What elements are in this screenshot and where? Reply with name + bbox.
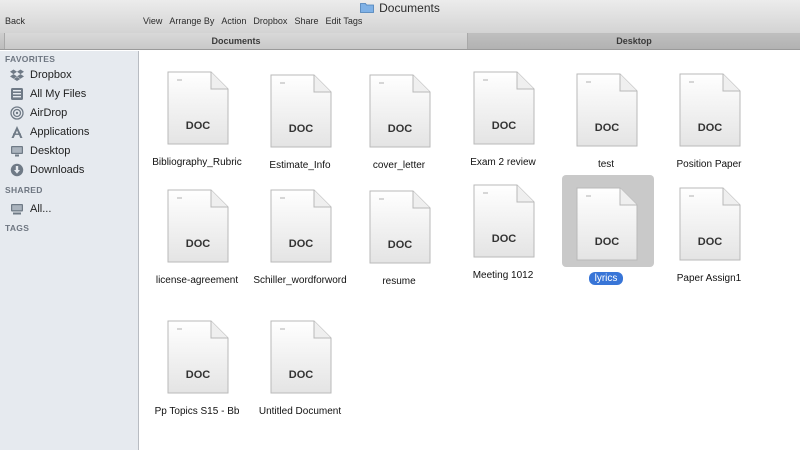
- title-bar: Documents Back View Arrange By Action Dr…: [0, 0, 800, 33]
- sidebar-item-downloads[interactable]: Downloads: [10, 162, 135, 178]
- doc-badge: DOC: [185, 238, 211, 250]
- doc-badge: DOC: [288, 123, 314, 135]
- doc-file-icon: [679, 73, 741, 147]
- doc-badge: DOC: [697, 236, 723, 248]
- doc-badge: DOC: [185, 369, 211, 381]
- doc-file-icon: [167, 189, 229, 263]
- network-icon: [11, 204, 23, 215]
- file-name-text: Paper Assign1: [676, 273, 742, 284]
- doc-badge: DOC: [387, 123, 413, 135]
- doc-badge: DOC: [594, 122, 620, 134]
- dropbox-icon: [10, 69, 24, 81]
- sidebar-item-desktop[interactable]: Desktop: [10, 143, 135, 159]
- doc-badge: DOC: [387, 239, 413, 251]
- file-name-text: resume: [382, 276, 416, 287]
- toolbar-edit-tags-button[interactable]: Edit Tags: [325, 16, 362, 26]
- file-name-text: license-agreement: [155, 275, 239, 286]
- file-name: Untitled Document: [230, 406, 370, 417]
- file-name-text: Exam 2 review: [470, 157, 536, 168]
- doc-file-icon: [167, 320, 229, 394]
- doc-badge: DOC: [185, 120, 211, 132]
- sidebar-item-label: Dropbox: [30, 69, 72, 81]
- doc-badge: DOC: [288, 369, 314, 381]
- toolbar-action-button[interactable]: Action: [221, 16, 246, 26]
- file-name-text: Estimate_Info: [269, 160, 331, 171]
- folder-icon: [360, 3, 375, 13]
- window-title-text: Documents: [379, 0, 440, 15]
- tags-header: TAGS: [5, 223, 30, 233]
- file-name-text: Meeting 1012: [472, 270, 534, 281]
- doc-file-icon: [679, 187, 741, 261]
- file-item[interactable]: DOC Position Paper: [654, 61, 764, 181]
- doc-badge: DOC: [288, 238, 314, 250]
- sidebar-item-airdrop[interactable]: AirDrop: [10, 105, 135, 121]
- favorites-header: FAVORITES: [5, 54, 56, 64]
- doc-file-icon: [369, 74, 431, 148]
- doc-file-icon: [270, 320, 332, 394]
- file-name-text: Bibliography_Rubric: [152, 157, 242, 168]
- sidebar-item-label: Applications: [30, 126, 90, 138]
- window-title: Documents: [0, 0, 800, 15]
- file-grid: DOC Bibliography_Rubric DOC Estimate_Inf…: [140, 51, 800, 450]
- doc-file-icon: [270, 189, 332, 263]
- file-name-text: cover_letter: [372, 160, 426, 171]
- doc-badge: DOC: [491, 120, 517, 132]
- doc-file-icon: [473, 184, 535, 258]
- doc-file-icon: [576, 187, 638, 261]
- back-button[interactable]: Back: [5, 16, 25, 26]
- sidebar-item-label: AirDrop: [30, 107, 68, 119]
- sidebar: FAVORITES Dropbox All My Files AirDrop A…: [0, 51, 139, 450]
- sidebar-item-label: All My Files: [30, 88, 87, 100]
- toolbar-share-button[interactable]: Share: [294, 16, 318, 26]
- file-name: Position Paper: [639, 159, 779, 170]
- tab-bar: Documents Desktop: [0, 33, 800, 50]
- sidebar-item-label: Downloads: [30, 164, 85, 176]
- file-name-text: test: [597, 159, 615, 170]
- sidebar-item-label: Desktop: [30, 145, 71, 157]
- tab-documents[interactable]: Documents: [4, 33, 468, 49]
- toolbar-menu: View Arrange By Action Dropbox Share Edi…: [143, 16, 369, 26]
- sidebar-item-all-shared[interactable]: All...: [10, 201, 135, 217]
- sidebar-item-applications[interactable]: Applications: [10, 124, 135, 140]
- file-name: Paper Assign1: [639, 273, 779, 284]
- shared-header: SHARED: [5, 185, 43, 195]
- doc-badge: DOC: [491, 233, 517, 245]
- file-name-text: Position Paper: [676, 159, 742, 170]
- file-item[interactable]: DOC Paper Assign1: [654, 175, 764, 295]
- downloads-icon: [10, 163, 24, 177]
- doc-file-icon: [270, 74, 332, 148]
- file-name-text: lyrics: [588, 272, 624, 285]
- doc-file-icon: [473, 71, 535, 145]
- doc-badge: DOC: [594, 236, 620, 248]
- doc-file-icon: [576, 73, 638, 147]
- sidebar-item-label: All...: [30, 203, 52, 215]
- all-files-icon: [11, 88, 23, 100]
- file-name-text: Untitled Document: [258, 406, 342, 417]
- doc-file-icon: [167, 71, 229, 145]
- sidebar-item-dropbox[interactable]: Dropbox: [10, 67, 135, 83]
- toolbar-arrange-button[interactable]: Arrange By: [169, 16, 214, 26]
- sidebar-item-all-my-files[interactable]: All My Files: [10, 86, 135, 102]
- doc-file-icon: [369, 190, 431, 264]
- file-name-text: Pp Topics S15 - Bb: [154, 406, 240, 417]
- desktop-icon: [11, 146, 23, 157]
- doc-badge: DOC: [697, 122, 723, 134]
- applications-icon: [11, 126, 23, 138]
- tab-desktop[interactable]: Desktop: [468, 33, 800, 49]
- file-item[interactable]: DOC Untitled Document: [245, 308, 355, 428]
- toolbar-view-button[interactable]: View: [143, 16, 162, 26]
- airdrop-icon: [10, 106, 24, 120]
- toolbar-dropbox-button[interactable]: Dropbox: [253, 16, 287, 26]
